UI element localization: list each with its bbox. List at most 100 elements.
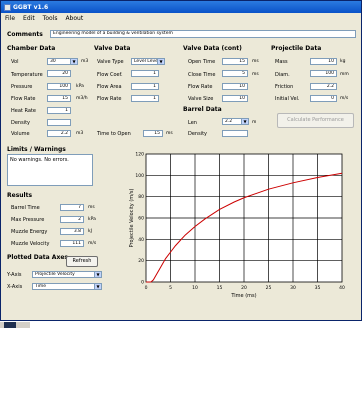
chevron-down-icon: ▼ (70, 59, 77, 64)
chamber-volume-field[interactable]: 2.2 (47, 130, 71, 137)
results-label-0: Barrel Time (11, 205, 40, 211)
menu-tools[interactable]: Tools (39, 15, 62, 22)
projectile-field-3[interactable]: 0 (310, 95, 337, 102)
valve-rate-label: Flow Rate (97, 96, 122, 102)
projectile-unit-1: mm (340, 72, 349, 77)
chamber-flowrate-field[interactable]: 15 (47, 95, 71, 102)
chamber-pressure-unit: kPa (76, 84, 84, 89)
chamber-pressure-label: Pressure (11, 84, 33, 90)
chamber-flowrate-unit: m3/h (76, 96, 88, 101)
valve-type-label: Valve Type (97, 59, 124, 65)
taskbar-button-fragment (4, 322, 16, 328)
window-title: GGBT v1.6 (13, 3, 49, 11)
results-field-2[interactable]: 3.8 (60, 228, 84, 235)
x-tick-label: 20 (241, 285, 247, 291)
y-axis-title: Projectile Velocity (m/s) (129, 189, 135, 248)
valve-cont-field-3[interactable]: 10 (222, 95, 248, 102)
projectile-field-2[interactable]: 2.2 (310, 83, 337, 90)
y-axis-dropdown[interactable]: Projectile Velocity ▼ (32, 271, 102, 278)
x-tick-label: 0 (145, 285, 148, 291)
valve-cont-label-0: Open Time (188, 59, 216, 65)
chamber-heatrate-field[interactable]: 1 (47, 107, 71, 114)
projectile-header: Projectile Data (271, 45, 322, 52)
chamber-heatrate-label: Heat Rate (11, 108, 36, 114)
x-axis-title: Time (ms) (230, 293, 256, 299)
limits-textarea[interactable]: No warnings. No errors. (7, 154, 93, 186)
valve-type-dropdown[interactable]: Level Level ▼ (131, 58, 165, 65)
limits-header: Limits / Warnings (7, 146, 66, 153)
chamber-temp-field[interactable]: 20 (47, 70, 71, 77)
valve-time-label: Time to Open (97, 131, 131, 137)
x-axis-dropdown[interactable]: Time ▼ (32, 283, 102, 290)
title-bar: GGBT v1.6 (1, 1, 361, 13)
valve-area-field[interactable]: 1 (131, 83, 159, 90)
barrel-field-1[interactable] (222, 130, 248, 137)
barrel-label-0: Len (188, 120, 197, 126)
barrel-header: Barrel Data (183, 106, 222, 113)
limits-text: No warnings. No errors. (10, 157, 69, 163)
x-tick-label: 25 (266, 285, 272, 291)
valve-time-unit: ms (166, 131, 173, 136)
chamber-vol-dropdown[interactable]: 30 ▼ (47, 58, 78, 65)
chamber-header: Chamber Data (7, 45, 56, 52)
y-tick-label: 100 (135, 173, 144, 179)
projectile-field-1[interactable]: 100 (310, 70, 337, 77)
results-field-0[interactable]: 7 (60, 204, 84, 211)
x-tick-label: 15 (217, 285, 223, 291)
projectile-label-0: Mass (275, 59, 288, 65)
projectile-unit-0: kg (340, 59, 346, 64)
barrel-len-dropdown[interactable]: 2.2 ▼ (222, 118, 249, 125)
chamber-density-label: Density (11, 120, 31, 126)
menu-bar: File Edit Tools About (1, 13, 361, 23)
x-axis-label: X-Axis (7, 284, 23, 290)
chamber-vol-unit: m3 (81, 59, 89, 64)
comments-field[interactable]: Engineering model of a building & ventil… (50, 30, 356, 38)
valve-cont-label-2: Flow Rate (188, 84, 213, 90)
valve-coef-field[interactable]: 1 (131, 70, 159, 77)
y-tick-label: 60 (138, 216, 144, 222)
menu-about[interactable]: About (61, 15, 87, 22)
calculate-performance-button[interactable]: Calculate Performance (277, 113, 354, 128)
valve-cont-header: Valve Data (cont) (183, 45, 242, 52)
chamber-pressure-field[interactable]: 100 (47, 83, 71, 90)
app-icon (4, 3, 11, 11)
chamber-flowrate-label: Flow Rate (11, 96, 36, 102)
page-background (0, 321, 364, 400)
velocity-chart: 0 5 10 15 20 25 30 35 40 0 20 40 60 80 100 120 Time (ms)… (129, 152, 345, 300)
chamber-volume-unit: m3 (76, 131, 84, 136)
valve-area-label: Flow Area (97, 84, 122, 90)
chamber-volume-label: Volume (11, 131, 30, 137)
projectile-field-0[interactable]: 10 (310, 58, 337, 65)
y-tick-label: 120 (135, 152, 144, 158)
valve-cont-unit-1: ms (252, 72, 259, 77)
y-tick-label: 0 (141, 280, 144, 286)
chevron-down-icon: ▼ (157, 59, 164, 64)
projectile-label-1: Diam. (275, 72, 290, 78)
refresh-button[interactable]: Refresh (66, 256, 98, 267)
y-axis-label: Y-Axis (7, 272, 22, 278)
menu-file[interactable]: File (1, 15, 19, 22)
chamber-vol-label: Vol (11, 59, 19, 65)
results-unit-0: ms (88, 205, 95, 210)
results-field-3[interactable]: 111 (60, 240, 84, 247)
chamber-density-field[interactable] (47, 119, 71, 126)
menu-edit[interactable]: Edit (19, 15, 39, 22)
x-tick-label: 30 (290, 285, 296, 291)
x-tick-label: 35 (315, 285, 321, 291)
barrel-unit-0: m (252, 120, 257, 125)
valve-time-field[interactable]: 15 (143, 130, 163, 137)
results-field-1[interactable]: 2 (60, 216, 84, 223)
results-label-2: Muzzle Energy (11, 229, 48, 235)
valve-header: Valve Data (94, 45, 131, 52)
plotted-header: Plotted Data Axes (7, 254, 68, 261)
projectile-unit-3: m/s (340, 96, 349, 101)
results-label-1: Max Pressure (11, 217, 45, 223)
x-tick-label: 40 (339, 285, 345, 291)
projectile-label-2: Friction (275, 84, 294, 90)
results-unit-2: kJ (88, 229, 92, 234)
valve-rate-field[interactable]: 1 (131, 95, 159, 102)
valve-cont-field-0[interactable]: 15 (222, 58, 248, 65)
valve-cont-field-1[interactable]: 5 (222, 70, 248, 77)
valve-cont-field-2[interactable]: 10 (222, 83, 248, 90)
x-tick-label: 5 (169, 285, 172, 291)
